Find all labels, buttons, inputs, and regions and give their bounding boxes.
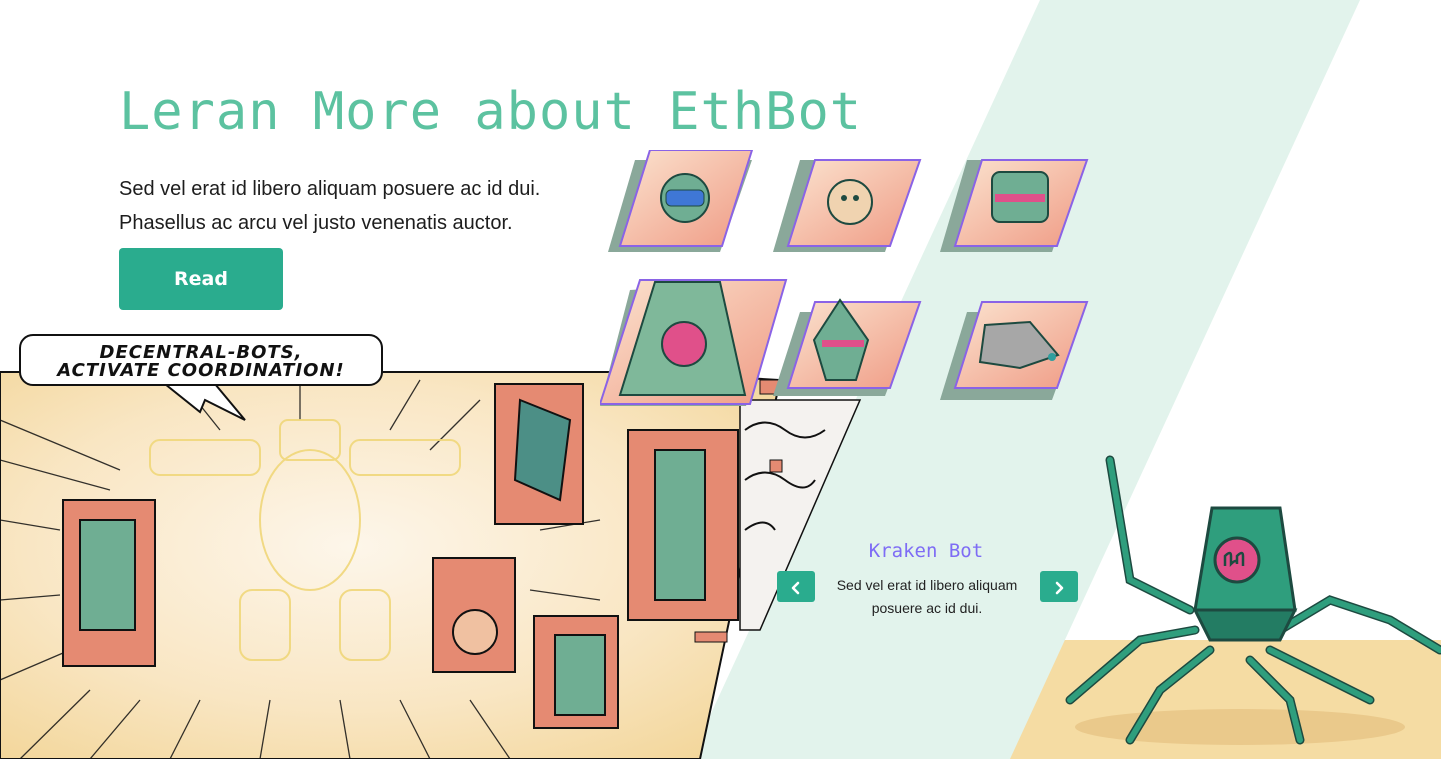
speech-line-2: ACTIVATE COORDINATION! <box>57 360 345 381</box>
carousel-prev-button[interactable] <box>777 571 815 602</box>
hero-text-line-1: Sed vel erat id libero aliquam posuere a… <box>119 178 541 200</box>
carousel-description: Sed vel erat id libero aliquam posuere a… <box>836 577 1018 616</box>
gallery-tile-visor-bot[interactable] <box>940 159 1089 252</box>
chevron-left-icon <box>791 581 800 594</box>
carousel-next-button[interactable] <box>1040 571 1078 602</box>
page-title: Leran More about EthBot <box>119 82 863 142</box>
gallery-tile-astronaut-bot[interactable] <box>608 150 754 252</box>
speech-bubble: DECENTRAL-BOTS, ACTIVATE COORDINATION! <box>19 334 383 386</box>
gallery-tile-kraken-bot[interactable] <box>600 279 788 406</box>
carousel-title: Kraken Bot <box>868 540 984 562</box>
gallery-tile-orb-bot[interactable] <box>773 159 922 252</box>
chevron-right-icon <box>1055 581 1064 594</box>
hero-text-line-2: Phasellus ac arcu vel justo venenatis au… <box>119 212 513 234</box>
bot-gallery <box>600 150 1089 406</box>
read-button[interactable]: Read <box>119 248 283 310</box>
hero-description: Sed vel erat id libero aliquam posuere a… <box>119 172 589 240</box>
gallery-tile-wolf-bot[interactable] <box>940 301 1089 400</box>
gallery-tile-knight-bot[interactable] <box>773 298 922 396</box>
